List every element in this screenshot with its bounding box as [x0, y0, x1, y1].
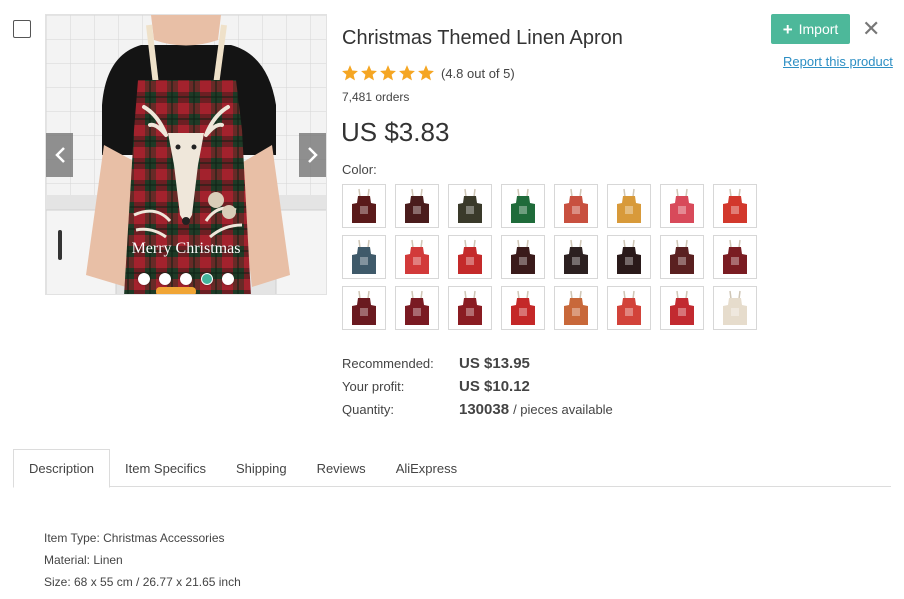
- recommended-value: US $13.95: [459, 355, 530, 372]
- apron-thumbnail-icon: [352, 239, 376, 274]
- pricing-info: Recommended: US $13.95 Your profit: US $…: [342, 352, 613, 421]
- apron-thumbnail-icon: [458, 188, 482, 223]
- color-swatch-wreath-red[interactable]: [448, 235, 492, 279]
- product-rating: (4.8 out of 5): [341, 64, 515, 82]
- apron-thumbnail-icon: [511, 290, 535, 325]
- description-material: Material: Linen: [44, 553, 123, 567]
- recommended-label: Recommended:: [342, 356, 434, 371]
- color-swatch-grid: [342, 184, 757, 330]
- apron-thumbnail-icon: [617, 239, 641, 274]
- apron-thumbnail-icon: [723, 239, 747, 274]
- gallery-prev-button[interactable]: [46, 133, 73, 177]
- apron-thumbnail-icon: [670, 188, 694, 223]
- color-swatch-green-plaid[interactable]: [501, 184, 545, 228]
- product-main-image: Merry Christmas: [46, 15, 326, 294]
- apron-thumbnail-icon: [352, 290, 376, 325]
- apron-thumbnail-icon: [458, 290, 482, 325]
- star-icon: [361, 65, 377, 81]
- tab-shipping[interactable]: Shipping: [221, 449, 302, 487]
- description-size: Size: 68 x 55 cm / 26.77 x 21.65 inch: [44, 575, 241, 589]
- description-content: Item Type: Christmas Accessories Materia…: [44, 531, 241, 597]
- gallery-dot[interactable]: [138, 273, 150, 285]
- apron-thumbnail-icon: [617, 290, 641, 325]
- color-swatch-tartan-1[interactable]: [342, 286, 386, 330]
- apron-thumbnail-icon: [511, 188, 535, 223]
- report-product-link[interactable]: Report this product: [783, 54, 893, 69]
- apron-thumbnail-icon: [670, 239, 694, 274]
- color-swatch-red-dots[interactable]: [395, 235, 439, 279]
- apron-thumbnail-icon: [670, 290, 694, 325]
- rating-stars: [341, 64, 435, 82]
- quantity-label: Quantity:: [342, 402, 395, 417]
- color-swatch-merry-linen[interactable]: [713, 286, 757, 330]
- select-product-checkbox[interactable]: [13, 20, 31, 38]
- apron-thumbnail-icon: [564, 290, 588, 325]
- product-title: Christmas Themed Linen Apron: [342, 27, 623, 49]
- color-swatch-red-plaid[interactable]: [713, 235, 757, 279]
- rating-text: (4.8 out of 5): [441, 65, 515, 81]
- apron-thumbnail-icon: [564, 188, 588, 223]
- star-icon: [342, 65, 358, 81]
- apron-thumbnail-icon: [458, 239, 482, 274]
- color-swatch-santa-wreath[interactable]: [501, 286, 545, 330]
- gallery-dot[interactable]: [180, 273, 192, 285]
- color-swatch-red-script[interactable]: [660, 286, 704, 330]
- close-icon[interactable]: ✕: [862, 18, 880, 40]
- apron-thumbnail-icon: [723, 290, 747, 325]
- chevron-right-icon: [307, 147, 318, 163]
- star-icon: [380, 65, 396, 81]
- gallery-dot[interactable]: [201, 273, 213, 285]
- description-item-type: Item Type: Christmas Accessories: [44, 531, 225, 545]
- color-swatch-black-deer[interactable]: [554, 235, 598, 279]
- color-swatch-tartan-2[interactable]: [395, 286, 439, 330]
- color-swatch-deer-black[interactable]: [342, 184, 386, 228]
- color-swatch-black-wreath[interactable]: [501, 235, 545, 279]
- tab-reviews[interactable]: Reviews: [302, 449, 381, 487]
- profit-label: Your profit:: [342, 379, 405, 394]
- product-price: US $3.83: [341, 117, 450, 147]
- gallery-next-button[interactable]: [299, 133, 326, 177]
- quantity-value: 130038: [459, 401, 510, 418]
- apron-thumbnail-icon: [617, 188, 641, 223]
- color-swatch-santa-red[interactable]: [713, 184, 757, 228]
- apron-thumbnail-icon: [511, 239, 535, 274]
- apron-thumbnail-icon: [352, 188, 376, 223]
- apron-thumbnail-icon: [564, 239, 588, 274]
- tab-aliexpress[interactable]: AliExpress: [381, 449, 472, 487]
- color-swatch-deer-plaid[interactable]: [660, 235, 704, 279]
- tab-item-specifics[interactable]: Item Specifics: [110, 449, 221, 487]
- star-icon: [418, 65, 434, 81]
- gallery-dots: [138, 273, 234, 285]
- chevron-left-icon: [54, 147, 65, 163]
- tab-description[interactable]: Description: [13, 449, 111, 488]
- product-tabs: Description Item Specifics Shipping Revi…: [13, 449, 891, 488]
- color-swatch-fair-isle-pink[interactable]: [660, 184, 704, 228]
- apron-thumbnail-icon: [405, 290, 429, 325]
- color-swatch-tartan-3[interactable]: [448, 286, 492, 330]
- color-swatch-merry-green[interactable]: [448, 184, 492, 228]
- import-button[interactable]: + Import: [771, 14, 850, 44]
- apron-thumbnail-icon: [723, 188, 747, 223]
- apron-thumbnail-icon: [405, 239, 429, 274]
- color-label: Color:: [342, 162, 377, 177]
- color-swatch-fair-isle-yellow[interactable]: [607, 184, 651, 228]
- profit-value: US $10.12: [459, 378, 530, 395]
- gallery-dot[interactable]: [159, 273, 171, 285]
- color-swatch-snowman-blue[interactable]: [342, 235, 386, 279]
- color-swatch-black-merry[interactable]: [607, 235, 651, 279]
- product-image-gallery: Merry Christmas: [45, 14, 327, 295]
- star-icon: [399, 65, 415, 81]
- color-swatch-fair-isle-red[interactable]: [554, 184, 598, 228]
- import-button-label: Import: [798, 21, 839, 37]
- color-swatch-tree-dark[interactable]: [395, 184, 439, 228]
- gallery-dot[interactable]: [222, 273, 234, 285]
- apron-thumbnail-icon: [405, 188, 429, 223]
- color-swatch-gingerbread[interactable]: [554, 286, 598, 330]
- image-caption-text: Merry Christmas: [132, 240, 241, 257]
- quantity-suffix: / pieces available: [513, 402, 613, 417]
- color-swatch-ornaments[interactable]: [607, 286, 651, 330]
- plus-icon: +: [782, 19, 793, 39]
- orders-count: 7,481 orders: [342, 90, 410, 104]
